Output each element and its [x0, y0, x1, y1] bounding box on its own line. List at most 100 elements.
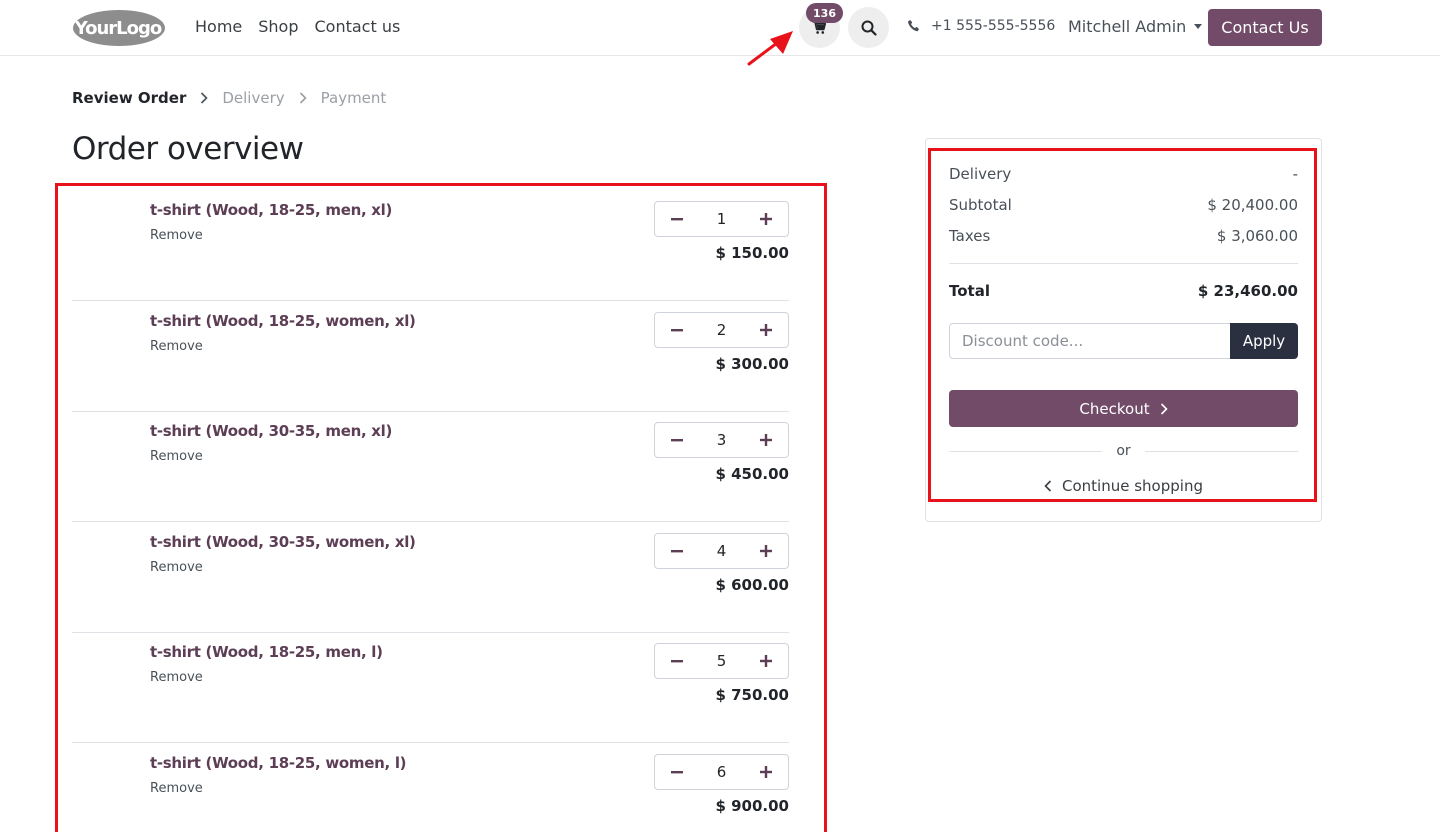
increase-quantity-button[interactable]	[744, 313, 788, 347]
contact-us-button[interactable]: Contact Us	[1208, 9, 1322, 46]
phone-number: +1 555-555-5556	[931, 18, 1056, 34]
checkout-label: Checkout	[1079, 399, 1150, 418]
total-label: Total	[949, 282, 990, 300]
product-name[interactable]: t-shirt (Wood, 30-35, women, xl)	[150, 533, 416, 551]
subtotal-value: $ 20,400.00	[1207, 196, 1298, 214]
delivery-row: Delivery -	[949, 165, 1298, 183]
quantity-stepper: 4	[654, 533, 789, 569]
quantity-input[interactable]: 6	[699, 763, 744, 781]
remove-link[interactable]: Remove	[150, 449, 203, 464]
quantity-stepper: 2	[654, 312, 789, 348]
cart-count-badge: 136	[806, 3, 843, 23]
quantity-input[interactable]: 1	[699, 210, 744, 228]
increase-quantity-button[interactable]	[744, 423, 788, 457]
user-menu[interactable]: Mitchell Admin	[1068, 17, 1203, 36]
decrease-quantity-button[interactable]	[655, 202, 699, 236]
quantity-stepper: 6	[654, 754, 789, 790]
total-row: Total $ 23,460.00	[949, 282, 1298, 300]
order-line: t-shirt (Wood, 18-25, men, xl) Remove 1 …	[72, 191, 789, 301]
product-name[interactable]: t-shirt (Wood, 18-25, men, xl)	[150, 201, 392, 219]
order-line: t-shirt (Wood, 30-35, men, xl) Remove 3 …	[72, 412, 789, 522]
quantity-input[interactable]: 3	[699, 431, 744, 449]
phone-link[interactable]: +1 555-555-5556	[907, 18, 1055, 34]
line-price: $ 750.00	[715, 686, 789, 704]
nav-home[interactable]: Home	[195, 17, 242, 36]
caret-down-icon	[1194, 24, 1203, 29]
chevron-right-icon	[200, 92, 208, 104]
delivery-value: -	[1292, 165, 1298, 183]
minus-icon	[671, 218, 683, 221]
minus-icon	[671, 329, 683, 332]
subtotal-label: Subtotal	[949, 196, 1012, 214]
plus-icon	[760, 324, 772, 336]
decrease-quantity-button[interactable]	[655, 423, 699, 457]
increase-quantity-button[interactable]	[744, 644, 788, 678]
decrease-quantity-button[interactable]	[655, 534, 699, 568]
quantity-stepper: 3	[654, 422, 789, 458]
product-name[interactable]: t-shirt (Wood, 18-25, men, l)	[150, 643, 383, 661]
order-line: t-shirt (Wood, 18-25, men, l) Remove 5 $…	[72, 633, 789, 743]
increase-quantity-button[interactable]	[744, 755, 788, 789]
remove-link[interactable]: Remove	[150, 339, 203, 354]
main-nav: Home Shop Contact us	[195, 17, 400, 36]
order-line: t-shirt (Wood, 30-35, women, xl) Remove …	[72, 523, 789, 633]
top-navbar: YourLogo Home Shop Contact us 136 +1 555…	[0, 0, 1440, 56]
increase-quantity-button[interactable]	[744, 202, 788, 236]
line-price: $ 600.00	[715, 576, 789, 594]
line-price: $ 300.00	[715, 355, 789, 373]
nav-shop[interactable]: Shop	[258, 17, 298, 36]
line-price: $ 900.00	[715, 797, 789, 815]
annotation-arrow	[747, 31, 793, 66]
total-value: $ 23,460.00	[1197, 282, 1298, 300]
continue-shopping-link[interactable]: Continue shopping	[949, 477, 1298, 495]
delivery-label: Delivery	[949, 165, 1012, 183]
product-name[interactable]: t-shirt (Wood, 18-25, women, l)	[150, 754, 407, 772]
chevron-right-icon	[299, 92, 307, 104]
svg-text:YourLogo: YourLogo	[74, 18, 162, 39]
product-name[interactable]: t-shirt (Wood, 30-35, men, xl)	[150, 422, 392, 440]
logo[interactable]: YourLogo	[72, 9, 166, 47]
minus-icon	[671, 771, 683, 774]
quantity-input[interactable]: 4	[699, 542, 744, 560]
step-review-order[interactable]: Review Order	[72, 89, 186, 107]
remove-link[interactable]: Remove	[150, 560, 203, 575]
product-name[interactable]: t-shirt (Wood, 18-25, women, xl)	[150, 312, 416, 330]
order-line: t-shirt (Wood, 18-25, women, l) Remove 6…	[72, 744, 789, 832]
checkout-steps: Review Order Delivery Payment	[72, 89, 386, 107]
remove-link[interactable]: Remove	[150, 670, 203, 685]
line-price: $ 150.00	[715, 244, 789, 262]
quantity-input[interactable]: 5	[699, 652, 744, 670]
plus-icon	[760, 545, 772, 557]
line-price: $ 450.00	[715, 465, 789, 483]
apply-discount-button[interactable]: Apply	[1230, 323, 1298, 359]
minus-icon	[671, 660, 683, 663]
decrease-quantity-button[interactable]	[655, 644, 699, 678]
or-label: or	[1116, 443, 1131, 459]
divider	[949, 450, 1103, 452]
taxes-row: Taxes $ 3,060.00	[949, 227, 1298, 245]
search-button[interactable]	[848, 7, 889, 48]
step-payment[interactable]: Payment	[321, 89, 387, 107]
quantity-input[interactable]: 2	[699, 321, 744, 339]
discount-form: Apply	[949, 323, 1298, 359]
step-delivery[interactable]: Delivery	[222, 89, 284, 107]
remove-link[interactable]: Remove	[150, 228, 203, 243]
user-name: Mitchell Admin	[1068, 17, 1187, 36]
summary-divider	[949, 263, 1298, 264]
checkout-button[interactable]: Checkout	[949, 390, 1298, 427]
quantity-stepper: 5	[654, 643, 789, 679]
divider	[1144, 450, 1299, 452]
plus-icon	[760, 766, 772, 778]
discount-code-input[interactable]	[949, 323, 1230, 359]
taxes-label: Taxes	[949, 227, 991, 245]
decrease-quantity-button[interactable]	[655, 755, 699, 789]
nav-contact-us[interactable]: Contact us	[315, 17, 401, 36]
remove-link[interactable]: Remove	[150, 781, 203, 796]
increase-quantity-button[interactable]	[744, 534, 788, 568]
phone-icon	[907, 20, 919, 32]
chevron-right-icon	[1160, 402, 1168, 415]
decrease-quantity-button[interactable]	[655, 313, 699, 347]
quantity-stepper: 1	[654, 201, 789, 237]
search-icon	[861, 20, 877, 36]
page-title: Order overview	[72, 131, 304, 167]
